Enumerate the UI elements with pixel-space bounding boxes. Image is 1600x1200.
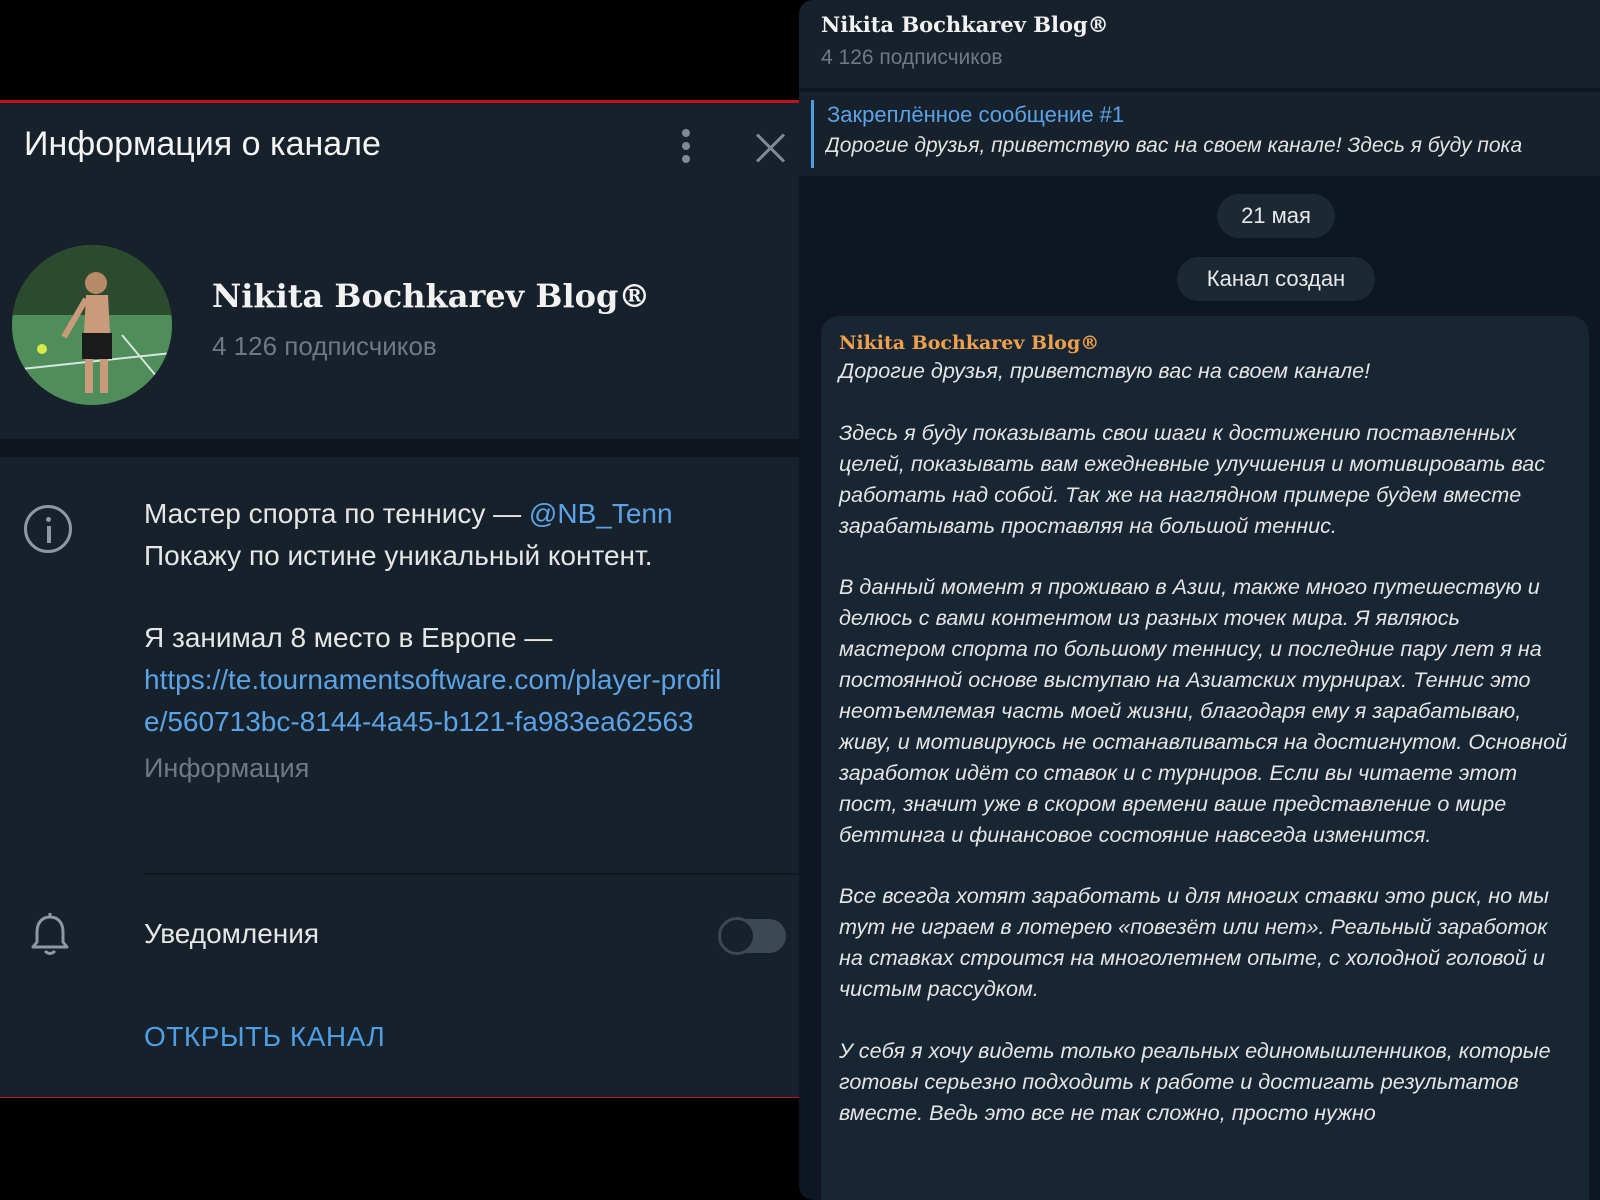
- channel-avatar[interactable]: [12, 245, 172, 405]
- message-bubble[interactable]: Nikita Bochkarev Blog® Дорогие друзья, п…: [821, 316, 1589, 1200]
- pinned-indicator: [811, 100, 814, 168]
- chat-subscriber-count: 4 126 подписчиков: [821, 46, 1003, 69]
- description-line-3: Я занимал 8 место в Европе —: [144, 622, 553, 653]
- message-author[interactable]: Nikita Bochkarev Blog®: [839, 332, 1569, 354]
- screenshot: Информация о канале Nikita Bochkarev Blo…: [0, 0, 1600, 1200]
- channel-info-dialog: Информация о канале Nikita Bochkarev Blo…: [0, 100, 799, 1098]
- service-message: Канал создан: [1177, 257, 1375, 301]
- row-divider: [144, 873, 799, 875]
- subscriber-count: 4 126 подписчиков: [212, 331, 437, 361]
- close-icon[interactable]: [752, 129, 788, 165]
- pinned-message-bar[interactable]: Закреплённое сообщение #1 Дорогие друзья…: [799, 92, 1600, 176]
- username-link[interactable]: @NB_Tenn: [529, 498, 673, 529]
- pinned-preview: Дорогие друзья, приветствую вас на своем…: [825, 134, 1523, 157]
- description-line-1: Мастер спорта по теннису — @NB_Tenn: [144, 493, 784, 535]
- message-text: Дорогие друзья, приветствую вас на своем…: [839, 358, 1568, 1125]
- bell-icon: [31, 913, 69, 955]
- date-separator: 21 мая: [1217, 194, 1335, 238]
- chat-view: Nikita Bochkarev Blog® 4 126 подписчиков…: [799, 0, 1600, 1200]
- notifications-toggle[interactable]: [718, 917, 786, 955]
- notifications-label: Уведомления: [144, 918, 320, 949]
- channel-name: Nikita Bochkarev Blog®: [212, 277, 651, 315]
- toggle-knob: [718, 917, 756, 955]
- description-text: Мастер спорта по теннису —: [144, 498, 529, 529]
- section-divider: [0, 439, 799, 457]
- channel-description: Мастер спорта по теннису — @NB_Tenn Пока…: [144, 493, 784, 789]
- chat-header[interactable]: Nikita Bochkarev Blog® 4 126 подписчиков: [799, 0, 1600, 88]
- open-channel-button[interactable]: ОТКРЫТЬ КАНАЛ: [144, 1021, 385, 1053]
- profile-url-link[interactable]: https://te.tournamentsoftware.com/player…: [144, 659, 724, 743]
- description-line-2: Покажу по истине уникальный контент.: [144, 540, 653, 571]
- more-options-icon[interactable]: [672, 125, 700, 169]
- pinned-title: Закреплённое сообщение #1: [827, 102, 1125, 127]
- description-caption: Информация: [144, 753, 310, 783]
- info-icon: [24, 505, 72, 553]
- dialog-title: Информация о канале: [24, 125, 381, 163]
- chat-title: Nikita Bochkarev Blog®: [821, 12, 1109, 37]
